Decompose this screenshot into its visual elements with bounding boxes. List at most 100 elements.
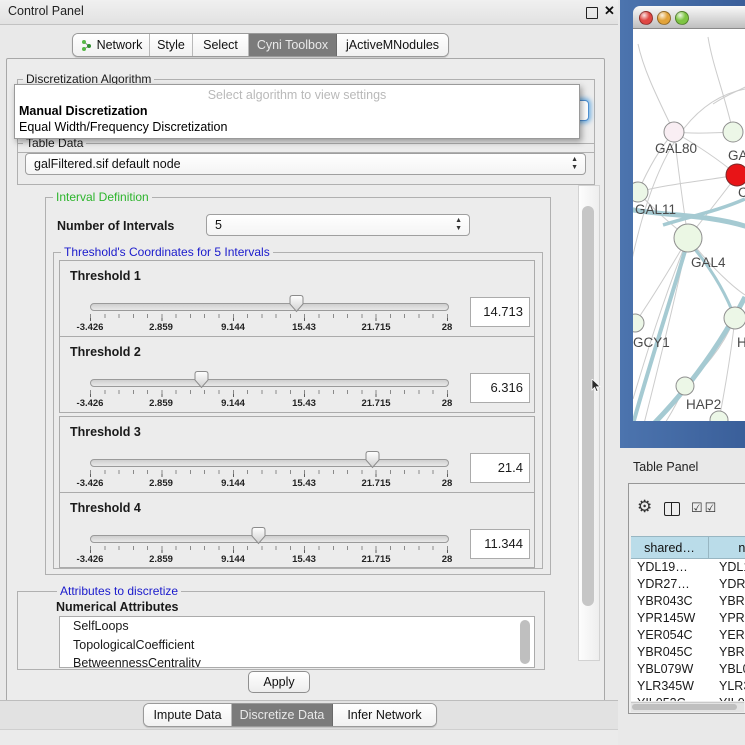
node-top-right[interactable] <box>723 122 743 142</box>
gear-icon[interactable]: ⚙ <box>637 497 652 517</box>
tick-label: 15.43 <box>292 322 316 333</box>
table-data-combo[interactable]: galFiltered.sif default node ▲▼ <box>25 153 586 175</box>
split-columns-icon[interactable] <box>664 502 680 516</box>
tick-label: -3.426 <box>77 478 104 489</box>
threshold-2-box: Threshold 2 -3.426 2.859 9.144 15.43 21.… <box>59 336 535 413</box>
threshold-4-slider-track[interactable] <box>90 535 449 543</box>
mouse-cursor <box>591 379 601 393</box>
tick-label: 2.859 <box>149 322 173 333</box>
stepper-icon: ▲▼ <box>455 217 462 233</box>
tick-label: 28 <box>442 398 453 409</box>
column-header-name[interactable]: name <box>709 536 745 559</box>
zoom-traffic-light[interactable] <box>675 11 689 25</box>
threshold-4-slider-thumb[interactable] <box>250 526 267 545</box>
node-red-selected[interactable] <box>726 164 745 186</box>
node-hap2[interactable] <box>676 377 694 395</box>
list-item[interactable]: SelfLoops <box>60 617 534 636</box>
algorithm-hint-item[interactable]: Select algorithm to view settings <box>15 88 579 102</box>
checkbox-icons[interactable]: ☑☑ <box>691 500 718 516</box>
table-row[interactable]: YLR345WYLR345W <box>631 678 745 695</box>
threshold-3-value-field[interactable]: 21.4 <box>470 453 530 483</box>
node-label: H <box>737 335 745 350</box>
table-row[interactable]: YDL19…YDL19… <box>631 559 745 576</box>
network-canvas[interactable]: GAL80 GA C GAL11 GAL4 GCY1 H HAP2 <box>633 29 745 421</box>
threshold-4-box: Threshold 4 -3.426 2.859 9.144 15.43 21.… <box>59 492 535 568</box>
settings-scrollbar-thumb[interactable] <box>582 206 594 606</box>
hscrollbar-track[interactable] <box>631 702 744 712</box>
tab-discretize-data[interactable]: Discretize Data <box>232 704 333 726</box>
number-of-intervals-combo[interactable]: 5 ▲▼ <box>206 214 470 236</box>
node-label: GAL11 <box>635 202 676 217</box>
column-header-shared-name[interactable]: shared… <box>631 536 709 559</box>
node-label: HAP2 <box>686 397 721 412</box>
table-row[interactable]: YIL052CYIL052C <box>631 695 745 701</box>
threshold-4-value-field[interactable]: 11.344 <box>470 529 530 559</box>
table-row[interactable]: YBL079WYBL079W <box>631 661 745 678</box>
node-gal80[interactable] <box>664 122 684 142</box>
threshold-4-label: Threshold 4 <box>70 501 141 515</box>
threshold-3-slider-track[interactable] <box>90 459 449 467</box>
tab-select[interactable]: Select <box>193 34 249 56</box>
list-item[interactable]: BetweennessCentrality <box>60 654 534 668</box>
table-row[interactable]: YBR043CYBR043C <box>631 593 745 610</box>
node-gcy1[interactable] <box>633 314 644 332</box>
close-traffic-light[interactable] <box>639 11 653 25</box>
control-panel-title: Control Panel <box>8 4 84 18</box>
control-panel-tabbar: Network Style Select Cyni Toolbox jActiv… <box>72 33 449 57</box>
table-row[interactable]: YER054CYER054C <box>631 627 745 644</box>
threshold-1-label: Threshold 1 <box>70 269 141 283</box>
tick-label: 21.715 <box>361 398 390 409</box>
node-label: GAL80 <box>655 141 697 156</box>
tick-label: -3.426 <box>77 322 104 333</box>
node-label: GAL4 <box>691 255 726 270</box>
threshold-1-slider-track[interactable] <box>90 303 449 311</box>
network-window-titlebar[interactable] <box>633 6 745 29</box>
table-row[interactable]: YBR045CYBR045C <box>631 644 745 661</box>
node-label: GCY1 <box>633 335 670 350</box>
tick-label: 28 <box>442 554 453 565</box>
screen: Control Panel ✕ Network Style Select Cyn… <box>0 0 745 745</box>
tab-infer-network[interactable]: Infer Network <box>333 704 436 726</box>
list-item[interactable]: TopologicalCoefficient <box>60 636 534 655</box>
tick-label: 2.859 <box>149 478 173 489</box>
threshold-2-slider-track[interactable] <box>90 379 449 387</box>
tab-style[interactable]: Style <box>150 34 193 56</box>
table-row[interactable]: YPR145WYPR145W <box>631 610 745 627</box>
slider-minor-ticks <box>90 470 448 474</box>
threshold-1-box: Threshold 1 -3.426 2.859 9.144 15.43 21.… <box>59 260 535 337</box>
tick-label: -3.426 <box>77 398 104 409</box>
tab-cyni-toolbox[interactable]: Cyni Toolbox <box>249 34 337 56</box>
tick-label: 2.859 <box>149 554 173 565</box>
numerical-attributes-list: SelfLoops TopologicalCoefficient Between… <box>59 616 535 668</box>
node-label: C <box>738 185 745 200</box>
tab-impute-data[interactable]: Impute Data <box>144 704 232 726</box>
tick-label: 2.859 <box>149 398 173 409</box>
float-window-icon[interactable] <box>586 7 598 19</box>
node-gal4[interactable] <box>674 224 702 252</box>
threshold-1-slider-thumb[interactable] <box>288 294 305 313</box>
node-h[interactable] <box>724 307 745 329</box>
control-panel-titlebar: Control Panel <box>0 0 618 25</box>
apply-button[interactable]: Apply <box>248 671 310 693</box>
popup-item-equal-width[interactable]: Equal Width/Frequency Discretization <box>19 120 227 134</box>
bottom-filler <box>0 729 618 745</box>
node-bottom-partial[interactable] <box>710 411 728 421</box>
threshold-1-value-field[interactable]: 14.713 <box>470 297 530 327</box>
slider-minor-ticks <box>90 546 448 550</box>
threshold-3-label: Threshold 3 <box>70 425 141 439</box>
table-panel: ⚙ ☑☑ shared… name YDL19…YDL19… YDR27…YDR… <box>628 483 745 714</box>
tab-network[interactable]: Network <box>73 34 150 56</box>
threshold-2-slider-thumb[interactable] <box>193 370 210 389</box>
minimize-traffic-light[interactable] <box>657 11 671 25</box>
node-gal11[interactable] <box>633 182 648 202</box>
threshold-3-slider-thumb[interactable] <box>364 450 381 469</box>
close-icon[interactable]: ✕ <box>604 5 615 16</box>
list-scrollbar-thumb[interactable] <box>520 620 530 664</box>
bottom-tabbar: Impute Data Discretize Data Infer Networ… <box>143 703 437 727</box>
hscrollbar-thumb[interactable] <box>632 704 737 710</box>
table-row[interactable]: YDR27…YDR27… <box>631 576 745 593</box>
threshold-2-value-field[interactable]: 6.316 <box>470 373 530 403</box>
popup-item-manual-discretization[interactable]: Manual Discretization <box>19 104 148 118</box>
tick-label: 9.144 <box>221 322 245 333</box>
tab-jactivemnodules[interactable]: jActiveMNodules <box>337 34 448 56</box>
